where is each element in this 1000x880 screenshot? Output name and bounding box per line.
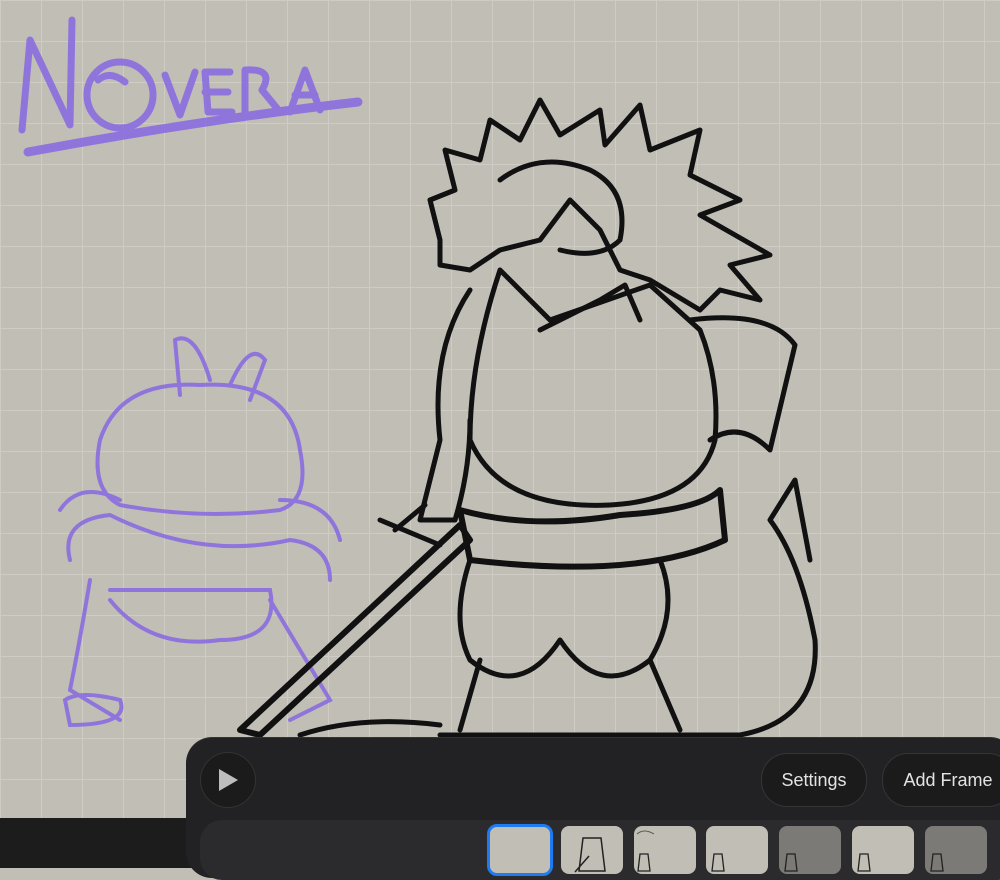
logo	[18, 16, 363, 157]
animation-assist-panel: Settings Add Frame	[186, 738, 1000, 880]
settings-button[interactable]: Settings	[761, 753, 867, 807]
play-button[interactable]	[200, 752, 256, 808]
frame-thumbnail-5[interactable]	[779, 826, 841, 874]
frame-thumbnail-3[interactable]	[634, 826, 696, 874]
bottom-toolbar-strip	[0, 818, 200, 868]
character-thumbnail-icon	[857, 853, 871, 872]
play-icon	[219, 769, 238, 791]
character-thumbnail-icon	[930, 853, 944, 872]
frame-thumbnail-7[interactable]	[925, 826, 987, 874]
character-thumbnail-icon	[574, 837, 606, 873]
frame-timeline[interactable]	[200, 820, 1000, 880]
main-character	[237, 97, 818, 738]
frame-thumbnail-6[interactable]	[852, 826, 914, 874]
character-thumbnail-icon	[711, 853, 725, 872]
frame-thumbnail-4[interactable]	[706, 826, 768, 874]
character-thumbnail-icon	[636, 830, 655, 872]
add-frame-button[interactable]: Add Frame	[882, 753, 1000, 807]
frame-thumbnail-1[interactable]	[487, 824, 553, 876]
onion-skin-character	[58, 336, 342, 728]
character-thumbnail-icon	[784, 853, 798, 872]
frame-thumbnail-2[interactable]	[561, 826, 623, 874]
